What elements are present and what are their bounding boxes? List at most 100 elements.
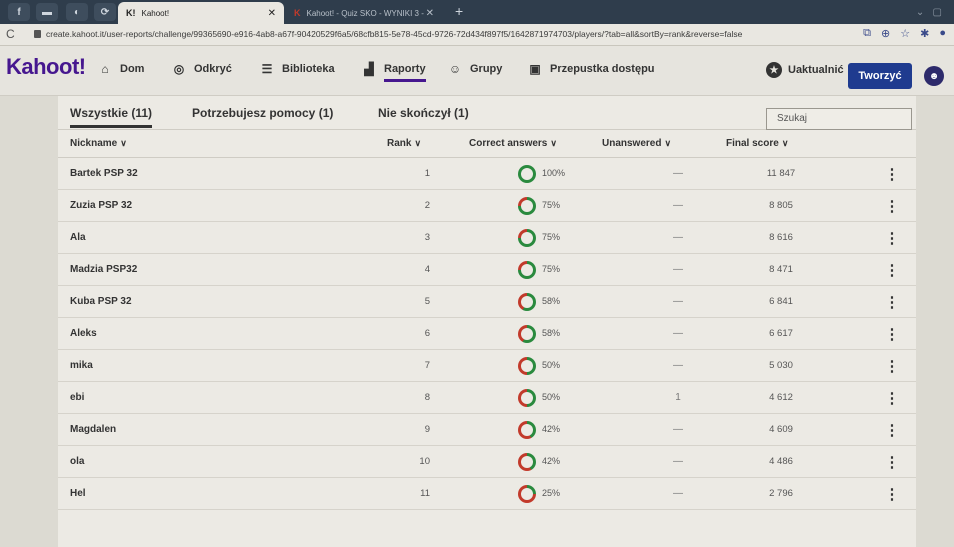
player-rank: 8 bbox=[424, 392, 430, 403]
player-nickname[interactable]: Zuzia PSP 32 bbox=[70, 200, 132, 211]
pinned-tab-icon[interactable]: ▬ bbox=[36, 3, 58, 21]
tab-need-help[interactable]: Potrzebujesz pomocy (1) bbox=[192, 106, 333, 120]
correct-answers-percent: 58% bbox=[542, 328, 561, 338]
nav-item-grupy[interactable]: ☺ Grupy bbox=[448, 62, 503, 76]
address-bar: C create.kahoot.it/user-reports/challeng… bbox=[0, 24, 954, 46]
nav-item-przepustka[interactable]: ▣ Przepustka dostępu bbox=[528, 62, 655, 76]
table-row[interactable]: Kuba PSP 32 5 58% — 6 841 ⋮ bbox=[58, 286, 916, 318]
tab-not-finished[interactable]: Nie skończył (1) bbox=[378, 106, 469, 120]
table-row[interactable]: Ala 3 75% — 8 616 ⋮ bbox=[58, 222, 916, 254]
player-rank: 9 bbox=[424, 424, 430, 435]
player-nickname[interactable]: ola bbox=[70, 456, 84, 467]
nav-item-label: Grupy bbox=[470, 63, 503, 75]
table-row[interactable]: ola 10 42% — 4 486 ⋮ bbox=[58, 446, 916, 478]
column-header-rank[interactable]: Rank ∨ bbox=[387, 138, 421, 149]
reload-icon[interactable]: C bbox=[6, 27, 15, 41]
pinned-tab-icon[interactable]: ⟳ bbox=[94, 3, 116, 21]
player-nickname[interactable]: mika bbox=[70, 360, 93, 371]
home-icon: ⌂ bbox=[101, 62, 109, 76]
table-row[interactable]: Hel 11 25% — 2 796 ⋮ bbox=[58, 478, 916, 510]
nav-item-dom[interactable]: ⌂ Dom bbox=[98, 62, 144, 76]
unanswered-count: — bbox=[673, 360, 683, 371]
unanswered-count: — bbox=[673, 200, 683, 211]
tab-all-players[interactable]: Wszystkie (11) bbox=[70, 106, 153, 128]
unanswered-count: — bbox=[673, 424, 683, 435]
nav-item-biblioteka[interactable]: ☰ Biblioteka bbox=[260, 62, 335, 76]
nav-item-label: Przepustka dostępu bbox=[550, 63, 655, 75]
more-options-icon[interactable]: ⋮ bbox=[885, 356, 900, 376]
table-row[interactable]: ebi 8 50% 1 4 612 ⋮ bbox=[58, 382, 916, 414]
table-row[interactable]: Zuzia PSP 32 2 75% — 8 805 ⋮ bbox=[58, 190, 916, 222]
correct-answers-percent: 58% bbox=[542, 296, 561, 306]
bookmark-star-icon[interactable]: ☆ bbox=[900, 27, 910, 40]
correct-answers-ring-icon bbox=[518, 197, 536, 215]
more-options-icon[interactable]: ⋮ bbox=[885, 388, 900, 408]
correct-answers-percent: 75% bbox=[542, 264, 561, 274]
column-header-label: Unanswered bbox=[602, 138, 662, 149]
more-options-icon[interactable]: ⋮ bbox=[885, 484, 900, 504]
window-controls-icon[interactable]: ⌄ ▢ bbox=[916, 7, 942, 18]
unanswered-count: — bbox=[673, 264, 683, 275]
more-options-icon[interactable]: ⋮ bbox=[885, 260, 900, 280]
lock-icon[interactable] bbox=[34, 30, 41, 38]
more-options-icon[interactable]: ⋮ bbox=[885, 324, 900, 344]
unanswered-count: — bbox=[673, 296, 683, 307]
correct-answers-percent: 50% bbox=[542, 392, 561, 402]
kahoot-logo[interactable]: Kahoot! bbox=[6, 54, 86, 80]
correct-answers-ring-icon bbox=[518, 293, 536, 311]
browser-tab-active[interactable]: K! Kahoot! ✕ bbox=[118, 2, 284, 24]
player-rank: 11 bbox=[420, 488, 430, 499]
player-rank: 3 bbox=[424, 232, 430, 243]
report-panel: Wszystkie (11) Potrzebujesz pomocy (1) N… bbox=[58, 96, 916, 547]
url-text[interactable]: create.kahoot.it/user-reports/challenge/… bbox=[46, 29, 742, 39]
nav-item-label: Biblioteka bbox=[282, 63, 335, 75]
column-header-correct-answers[interactable]: Correct answers ∨ bbox=[469, 138, 557, 149]
close-tab-icon[interactable]: ✕ bbox=[426, 8, 434, 19]
pinned-tab-icon[interactable]: ◐ bbox=[66, 3, 88, 21]
table-row[interactable]: Madzia PSP32 4 75% — 8 471 ⋮ bbox=[58, 254, 916, 286]
player-nickname[interactable]: Bartek PSP 32 bbox=[70, 168, 138, 179]
profile-icon[interactable]: ● bbox=[939, 27, 946, 40]
player-rank: 10 bbox=[419, 456, 430, 467]
player-nickname[interactable]: Ala bbox=[70, 232, 86, 243]
new-tab-plus-icon[interactable]: + bbox=[455, 3, 463, 19]
table-row[interactable]: Bartek PSP 32 1 100% — 11 847 ⋮ bbox=[58, 158, 916, 190]
upgrade-button[interactable]: ★ Uaktualnić bbox=[766, 62, 844, 78]
nav-item-odkryc[interactable]: ◎ Odkryć bbox=[172, 62, 232, 76]
player-nickname[interactable]: Kuba PSP 32 bbox=[70, 296, 132, 307]
avatar[interactable]: ☻ bbox=[924, 66, 944, 86]
more-options-icon[interactable]: ⋮ bbox=[885, 164, 900, 184]
unanswered-count: 1 bbox=[675, 392, 681, 403]
table-row[interactable]: Magdalen 9 42% — 4 609 ⋮ bbox=[58, 414, 916, 446]
more-options-icon[interactable]: ⋮ bbox=[885, 196, 900, 216]
player-nickname[interactable]: Magdalen bbox=[70, 424, 116, 435]
table-row[interactable]: Aleks 6 58% — 6 617 ⋮ bbox=[58, 318, 916, 350]
extensions-icon[interactable]: ✱ bbox=[920, 27, 929, 40]
more-options-icon[interactable]: ⋮ bbox=[885, 292, 900, 312]
close-tab-icon[interactable]: ✕ bbox=[268, 8, 276, 19]
more-options-icon[interactable]: ⋮ bbox=[885, 420, 900, 440]
browser-tab[interactable]: K Kahoot! - Quiz SKO - WYNIKI 3 - ✕ bbox=[286, 2, 442, 24]
player-rank: 4 bbox=[424, 264, 430, 275]
more-options-icon[interactable]: ⋮ bbox=[885, 452, 900, 472]
player-nickname[interactable]: Madzia PSP32 bbox=[70, 264, 137, 275]
player-rank: 5 bbox=[424, 296, 430, 307]
search-input[interactable]: Szukaj bbox=[766, 108, 912, 130]
share-icon[interactable]: ⊕ bbox=[881, 27, 890, 40]
facebook-pinned-tab-icon[interactable]: f bbox=[8, 3, 30, 21]
player-nickname[interactable]: Aleks bbox=[70, 328, 97, 339]
correct-answers-percent: 75% bbox=[542, 232, 561, 242]
unanswered-count: — bbox=[673, 168, 683, 179]
translate-icon[interactable]: ⧉ bbox=[863, 27, 871, 40]
more-options-icon[interactable]: ⋮ bbox=[885, 228, 900, 248]
create-button[interactable]: Tworzyć bbox=[848, 63, 912, 89]
column-header-unanswered[interactable]: Unanswered ∨ bbox=[602, 138, 671, 149]
nav-item-raporty[interactable]: ▟ Raporty bbox=[362, 62, 426, 82]
player-nickname[interactable]: ebi bbox=[70, 392, 84, 403]
table-row[interactable]: mika 7 50% — 5 030 ⋮ bbox=[58, 350, 916, 382]
correct-answers-percent: 25% bbox=[542, 488, 561, 498]
group-icon: ☺ bbox=[448, 62, 462, 76]
column-header-final-score[interactable]: Final score ∨ bbox=[726, 138, 788, 149]
player-nickname[interactable]: Hel bbox=[70, 488, 86, 499]
column-header-nickname[interactable]: Nickname ∨ bbox=[70, 138, 127, 149]
